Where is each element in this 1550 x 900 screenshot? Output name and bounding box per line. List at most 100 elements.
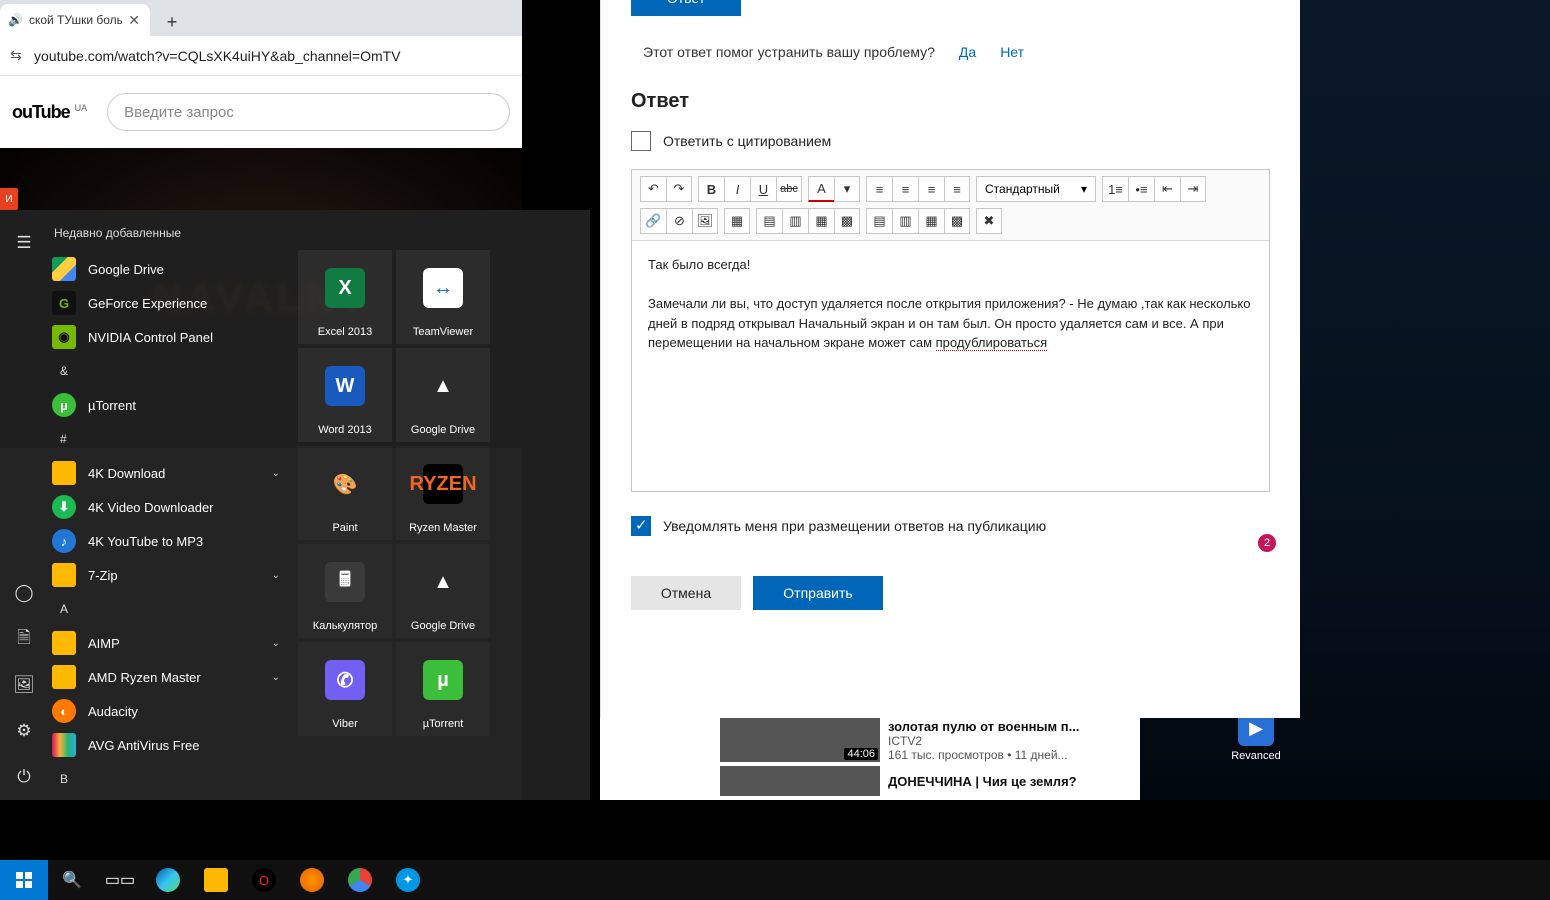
youtube-search-input[interactable]: Введите запрос bbox=[107, 93, 510, 131]
taskbar-firefox[interactable] bbox=[288, 860, 336, 900]
table-insert-row-button[interactable]: ▤ bbox=[866, 208, 892, 234]
start-app-aimp[interactable]: AIMP⌄ bbox=[48, 626, 290, 660]
start-app-utorrent[interactable]: µµTorrent bbox=[48, 388, 290, 422]
submit-button[interactable]: Отправить bbox=[753, 576, 883, 610]
underline-button[interactable]: U bbox=[750, 176, 776, 202]
start-app-battlenet[interactable]: Rattle net⌄ bbox=[48, 796, 290, 800]
tile-teamviewer[interactable]: ↔TeamViewer bbox=[396, 250, 490, 344]
taskbar-opera[interactable]: O bbox=[240, 860, 288, 900]
table-col-button[interactable]: ▥ bbox=[782, 208, 808, 234]
site-settings-icon[interactable]: ⇆ bbox=[6, 46, 26, 66]
start-app-ryzen[interactable]: AMD Ryzen Master⌄ bbox=[48, 660, 290, 694]
quote-checkbox[interactable] bbox=[631, 131, 651, 151]
documents-icon[interactable]: 🗎 bbox=[0, 616, 48, 662]
start-menu-header: Недавно добавленные bbox=[48, 218, 290, 252]
tile-excel[interactable]: XExcel 2013 bbox=[298, 250, 392, 344]
start-app-google-drive[interactable]: Google Drive bbox=[48, 252, 290, 286]
video-channel: ICTV2 bbox=[888, 734, 1079, 748]
start-letter-a[interactable]: A bbox=[48, 592, 290, 626]
clear-format-button[interactable]: ✖ bbox=[976, 208, 1002, 234]
taskbar-explorer[interactable] bbox=[192, 860, 240, 900]
taskbar-search[interactable]: 🔍 bbox=[48, 860, 96, 900]
start-letter-amp[interactable]: & bbox=[48, 354, 290, 388]
tile-googledrive2[interactable]: ▲Google Drive bbox=[396, 544, 490, 638]
youtube-recommendation[interactable]: 44:06 золотая пулю от военным п... ICTV2… bbox=[600, 718, 1140, 762]
browser-tab[interactable]: 🔊 ской ТУшки больш ✕ bbox=[0, 4, 150, 36]
start-app-4kvideo[interactable]: ⬇4K Video Downloader bbox=[48, 490, 290, 524]
tab-title: ской ТУшки больш bbox=[29, 13, 122, 27]
outdent-button[interactable]: ⇤ bbox=[1154, 176, 1180, 202]
font-style-select[interactable]: Стандартный▾ bbox=[976, 176, 1096, 202]
tile-utorrent[interactable]: µµTorrent bbox=[396, 642, 490, 736]
helpful-no-link[interactable]: Нет bbox=[1000, 44, 1024, 60]
link-button[interactable]: 🔗 bbox=[640, 208, 666, 234]
font-color-dropdown[interactable]: ▾ bbox=[834, 176, 860, 202]
tile-googledrive[interactable]: ▲Google Drive bbox=[396, 348, 490, 442]
bold-button[interactable]: B bbox=[698, 176, 724, 202]
italic-button[interactable]: I bbox=[724, 176, 750, 202]
cancel-button[interactable]: Отмена bbox=[631, 576, 741, 610]
tile-viber[interactable]: ✆Viber bbox=[298, 642, 392, 736]
align-right-button[interactable]: ≡ bbox=[918, 176, 944, 202]
table-button[interactable]: ▦ bbox=[724, 208, 750, 234]
taskbar-edge[interactable] bbox=[144, 860, 192, 900]
taskbar-chrome[interactable] bbox=[336, 860, 384, 900]
start-app-geforce[interactable]: GGeForce Experience bbox=[48, 286, 290, 320]
url-text[interactable]: youtube.com/watch?v=CQLsXK4uiHY&ab_chann… bbox=[34, 48, 516, 64]
notification-badge: 2 bbox=[1258, 534, 1276, 552]
unlink-button[interactable]: ⊘ bbox=[666, 208, 692, 234]
start-menu-app-list[interactable]: Недавно добавленные Google Drive GGeForc… bbox=[48, 210, 290, 800]
video-meta: золотая пулю от военным п... ICTV2 161 т… bbox=[888, 718, 1079, 762]
search-icon: 🔍 bbox=[62, 870, 82, 890]
tile-ryzen[interactable]: RYZENRyzen Master bbox=[396, 446, 490, 540]
tile-word[interactable]: WWord 2013 bbox=[298, 348, 392, 442]
taskbar-taskview[interactable]: ▭▭ bbox=[96, 860, 144, 900]
align-left-button[interactable]: ≡ bbox=[866, 176, 892, 202]
start-app-avg[interactable]: AVG AntiVirus Free bbox=[48, 728, 290, 762]
start-app-7zip[interactable]: 7-Zip⌄ bbox=[48, 558, 290, 592]
align-center-button[interactable]: ≡ bbox=[892, 176, 918, 202]
windows-icon bbox=[16, 872, 32, 888]
font-color-button[interactable]: A bbox=[808, 176, 834, 202]
hamburger-icon[interactable]: ☰ bbox=[0, 220, 48, 266]
desktop-icon-label: Revanced bbox=[1220, 750, 1292, 762]
youtube-logo[interactable]: ouTube UA bbox=[12, 102, 87, 123]
undo-button[interactable]: ↶ bbox=[640, 176, 666, 202]
image-button[interactable]: 🖼 bbox=[692, 208, 718, 234]
tile-calculator[interactable]: 🖩Калькулятор bbox=[298, 544, 392, 638]
table-insert-col-button[interactable]: ▥ bbox=[892, 208, 918, 234]
start-letter-b[interactable]: B bbox=[48, 762, 290, 796]
table-delete-col-button[interactable]: ▩ bbox=[944, 208, 970, 234]
helpful-yes-link[interactable]: Да bbox=[959, 44, 976, 60]
taskbar-app[interactable]: ✦ bbox=[384, 860, 432, 900]
new-tab-button[interactable]: + bbox=[158, 8, 186, 36]
table-delete-row-button[interactable]: ▦ bbox=[918, 208, 944, 234]
settings-icon[interactable]: ⚙ bbox=[0, 708, 48, 754]
tile-paint[interactable]: 🎨Paint bbox=[298, 446, 392, 540]
table-cell-button[interactable]: ▦ bbox=[808, 208, 834, 234]
bullet-list-button[interactable]: •≡ bbox=[1128, 176, 1154, 202]
notify-checkbox[interactable] bbox=[631, 516, 651, 536]
start-letter-hash[interactable]: # bbox=[48, 422, 290, 456]
align-justify-button[interactable]: ≡ bbox=[944, 176, 970, 202]
start-app-4kdownload[interactable]: 4K Download⌄ bbox=[48, 456, 290, 490]
notify-checkbox-row[interactable]: Уведомлять меня при размещении ответов н… bbox=[631, 516, 1270, 536]
pictures-icon[interactable]: 🖼 bbox=[0, 662, 48, 708]
user-icon[interactable]: ◯ bbox=[0, 570, 48, 616]
redo-button[interactable]: ↷ bbox=[666, 176, 692, 202]
close-tab-icon[interactable]: ✕ bbox=[128, 12, 140, 29]
start-app-nvidia[interactable]: ◉NVIDIA Control Panel bbox=[48, 320, 290, 354]
start-app-4kyoutube[interactable]: ♪4K YouTube to MP3 bbox=[48, 524, 290, 558]
numbered-list-button[interactable]: 1≡ bbox=[1102, 176, 1128, 202]
reply-button[interactable]: Ответ bbox=[631, 0, 741, 16]
youtube-recommendation[interactable]: ДОНЕЧЧИНА | Чия це земля? bbox=[600, 766, 1140, 796]
indent-button[interactable]: ⇥ bbox=[1180, 176, 1206, 202]
table-row-button[interactable]: ▤ bbox=[756, 208, 782, 234]
table-merge-button[interactable]: ▩ bbox=[834, 208, 860, 234]
start-button[interactable] bbox=[0, 860, 48, 900]
quote-checkbox-row[interactable]: Ответить с цитированием bbox=[631, 131, 1270, 151]
power-icon[interactable]: ⏻ bbox=[0, 754, 48, 800]
editor-body[interactable]: Так было всегда! Замечали ли вы, что дос… bbox=[632, 241, 1269, 491]
strikethrough-button[interactable]: abc bbox=[776, 176, 802, 202]
start-app-audacity[interactable]: ◐Audacity bbox=[48, 694, 290, 728]
